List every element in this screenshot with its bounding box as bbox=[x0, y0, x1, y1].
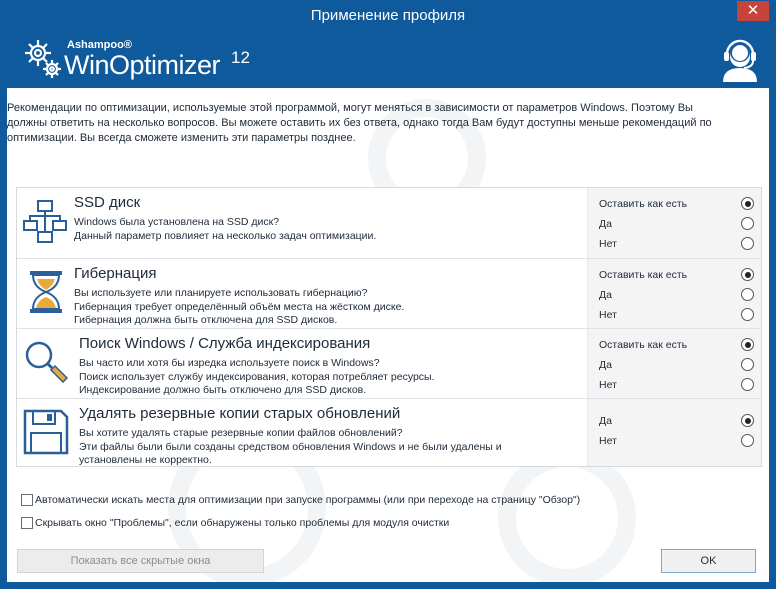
description-line: Windows была установлена на SSD диск? bbox=[74, 216, 280, 228]
close-button[interactable]: ✕ bbox=[737, 1, 769, 21]
brand-product: WinOptimizer bbox=[64, 50, 221, 80]
radio-label: Оставить как есть bbox=[599, 269, 688, 281]
radio-group-ssd: Оставить как есть Да Нет bbox=[587, 188, 761, 258]
radio-button[interactable] bbox=[741, 414, 754, 427]
radio-label: Да bbox=[599, 415, 612, 427]
dialog-content: Рекомендации по оптимизации, используемы… bbox=[7, 88, 769, 582]
radio-option-keep[interactable]: Оставить как есть bbox=[588, 335, 762, 355]
description-line: Индексирование должно быть отключено для… bbox=[79, 384, 367, 396]
description-line: Поиск использует службу индексирования, … bbox=[79, 370, 435, 383]
radio-button[interactable] bbox=[741, 237, 754, 250]
description-line: Вы часто или хотя бы изредка используете… bbox=[79, 357, 380, 369]
radio-label: Да bbox=[599, 359, 612, 371]
radio-label: Нет bbox=[599, 309, 617, 321]
section-title: SSD диск bbox=[74, 194, 141, 211]
radio-button[interactable] bbox=[741, 217, 754, 230]
checkbox-label: Автоматически искать места для оптимизац… bbox=[35, 494, 581, 506]
description-line: Гибернация требует определённый объём ме… bbox=[74, 300, 405, 313]
gear-icon bbox=[25, 40, 61, 78]
radio-option-keep[interactable]: Оставить как есть bbox=[588, 194, 762, 214]
radio-option-yes[interactable]: Да bbox=[588, 355, 762, 375]
title-bar[interactable]: Применение профиля ✕ bbox=[0, 0, 776, 30]
window-title: Применение профиля bbox=[310, 7, 466, 24]
radio-button[interactable] bbox=[741, 308, 754, 321]
radio-label: Нет bbox=[599, 379, 617, 391]
radio-option-no[interactable]: Нет bbox=[588, 431, 762, 451]
section-description: Вы часто или хотя бы изредка используете… bbox=[79, 357, 589, 398]
ok-button[interactable]: OK bbox=[661, 549, 756, 573]
option-row-ssd: SSD диск Windows была установлена на SSD… bbox=[17, 188, 761, 258]
radio-option-no[interactable]: Нет bbox=[588, 375, 762, 395]
checkbox-label: Скрывать окно "Проблемы", если обнаружен… bbox=[35, 517, 450, 529]
section-title: Поиск Windows / Служба индексирования bbox=[79, 335, 371, 352]
magnifier-icon bbox=[25, 341, 69, 384]
description-line: Вы хотите удалять старые резервные копии… bbox=[79, 427, 403, 439]
floppy-disk-icon bbox=[23, 409, 69, 455]
description-line: Вы используете или планируете использова… bbox=[74, 287, 368, 299]
radio-group-hibernation: Оставить как есть Да Нет bbox=[587, 259, 761, 328]
show-hidden-windows-button[interactable]: Показать все скрытые окна bbox=[17, 549, 264, 573]
dialog-window: Применение профиля ✕ Ashampoo® WinOptimi… bbox=[0, 0, 776, 589]
radio-button[interactable] bbox=[741, 358, 754, 371]
app-header: Ashampoo® WinOptimizer 12 bbox=[7, 30, 769, 88]
intro-text: Рекомендации по оптимизации, используемы… bbox=[7, 102, 712, 144]
radio-button[interactable] bbox=[741, 338, 754, 351]
description-line: Данный параметр повлияет на несколько за… bbox=[74, 229, 377, 242]
radio-option-yes[interactable]: Да bbox=[588, 214, 762, 234]
radio-option-keep[interactable]: Оставить как есть bbox=[588, 265, 762, 285]
section-description: Windows была установлена на SSD диск? Да… bbox=[74, 216, 584, 243]
radio-label: Оставить как есть bbox=[599, 198, 688, 210]
support-headset-icon[interactable] bbox=[719, 38, 761, 82]
radio-button[interactable] bbox=[741, 268, 754, 281]
radio-label: Оставить как есть bbox=[599, 339, 688, 351]
radio-button[interactable] bbox=[741, 434, 754, 447]
section-description: Вы хотите удалять старые резервные копии… bbox=[79, 427, 589, 468]
radio-option-yes[interactable]: Да bbox=[588, 285, 762, 305]
description-line: Гибернация должна быть отключена для SSD… bbox=[74, 314, 338, 326]
radio-label: Да bbox=[599, 218, 612, 230]
radio-label: Нет bbox=[599, 435, 617, 447]
radio-group-update-backups: Да Нет bbox=[587, 399, 761, 466]
option-row-update-backups: Удалять резервные копии старых обновлени… bbox=[17, 398, 761, 466]
options-panel: SSD диск Windows была установлена на SSD… bbox=[16, 187, 762, 467]
description-line: Эти файлы были были созданы средством об… bbox=[79, 440, 502, 453]
radio-label: Нет bbox=[599, 238, 617, 250]
network-computers-icon bbox=[23, 200, 67, 243]
brand-version: 12 bbox=[231, 48, 250, 67]
option-row-search: Поиск Windows / Служба индексирования Вы… bbox=[17, 328, 761, 398]
radio-group-search: Оставить как есть Да Нет bbox=[587, 329, 761, 398]
radio-button[interactable] bbox=[741, 378, 754, 391]
radio-button[interactable] bbox=[741, 288, 754, 301]
radio-button[interactable] bbox=[741, 197, 754, 210]
section-title: Удалять резервные копии старых обновлени… bbox=[79, 405, 401, 422]
radio-label: Да bbox=[599, 289, 612, 301]
checkbox[interactable] bbox=[21, 494, 33, 506]
radio-option-yes[interactable]: Да bbox=[588, 411, 762, 431]
option-row-hibernation: Гибернация Вы используете или планируете… bbox=[17, 258, 761, 328]
hourglass-icon bbox=[30, 271, 62, 313]
description-line: установлены не корректно. bbox=[79, 454, 212, 466]
section-title: Гибернация bbox=[74, 265, 157, 282]
radio-option-no[interactable]: Нет bbox=[588, 234, 762, 254]
radio-option-no[interactable]: Нет bbox=[588, 305, 762, 325]
checkbox[interactable] bbox=[21, 517, 33, 529]
section-description: Вы используете или планируете использова… bbox=[74, 287, 584, 328]
